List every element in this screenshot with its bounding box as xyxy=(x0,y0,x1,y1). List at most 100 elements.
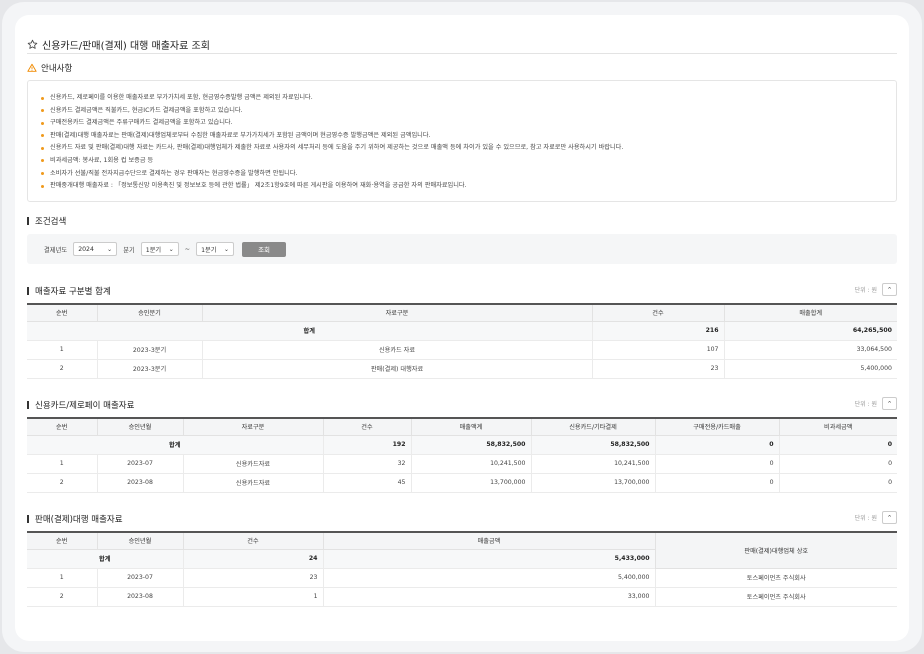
row-month: 2023-07 xyxy=(96,453,184,474)
table-row: 1 2023-07 신용카드자료 32 10,241,500 10,241,50… xyxy=(27,453,897,474)
table-row: 2 2023-08 1 33,000 토스페이먼츠 주식회사 xyxy=(27,586,897,607)
row-no: 1 xyxy=(27,453,98,474)
column-header: 순번 xyxy=(27,532,98,550)
notice-heading: 안내사항 xyxy=(41,64,73,74)
row-no: 1 xyxy=(27,339,98,360)
column-header: 비과세금액 xyxy=(778,418,897,436)
star-icon[interactable] xyxy=(27,39,38,50)
search-panel: 결제년도 2024 ⌄ 분기 1분기 ⌄ ~ 1분기 ⌄ 조회 xyxy=(27,234,897,264)
total-count: 192 xyxy=(322,434,412,455)
total-label: 합계 xyxy=(27,548,184,569)
summary-heading: 매출자료 구분별 합계 xyxy=(35,287,111,297)
card-table: 순번 승인년월 자료구분 건수 매출액계 신용카드/기타결제 구매전용/카드매출… xyxy=(27,417,897,493)
row-count: 45 xyxy=(322,472,412,493)
quarter-to-select[interactable]: 1분기 ⌄ xyxy=(196,242,235,256)
agency-heading: 판매(결제)대행 매출자료 xyxy=(35,515,123,525)
content-panel: 신용카드/판매(결제) 대행 매출자료 조회 안내사항 신용카드, 제로페이를 … xyxy=(15,15,909,641)
table-row: 1 2023-07 23 5,400,000 토스페이먼츠 주식회사 xyxy=(27,567,897,588)
row-count: 23 xyxy=(591,358,725,379)
card-heading: 신용카드/제로페이 매출자료 xyxy=(35,401,135,411)
column-header: 승인분기 xyxy=(96,304,203,322)
table-header-row: 순번 승인년월 자료구분 건수 매출액계 신용카드/기타결제 구매전용/카드매출… xyxy=(27,418,897,436)
unit-label: 단위 : 원 xyxy=(854,287,877,294)
notice-item: 신용카드, 제로페이를 이용한 매출자료로 부가가치세 포함, 현금영수증발행 … xyxy=(41,92,884,105)
search-button[interactable]: 조회 xyxy=(242,241,287,257)
notice-item: 판매중개대행 매출자료 : 「정보통신망 이용촉진 및 정보보호 등에 관한 법… xyxy=(41,180,884,193)
total-purchase: 0 xyxy=(654,434,780,455)
column-header: 건수 xyxy=(591,304,725,322)
notice-item: 소비자가 선불/직불 전자지급수단으로 결제하는 경우 판매자는 현금영수증을 … xyxy=(41,168,884,181)
agency-table: 순번 승인년월 건수 매출금액 판매(결제)대행업체 상호 합계 24 5,43… xyxy=(27,531,897,607)
row-count: 107 xyxy=(591,339,725,360)
collapse-toggle-button[interactable]: ⌃ xyxy=(882,511,897,524)
notice-item: 판매(결제)대행 매출자료는 판매(결제)대행업체로부터 수집한 매출자료로 부… xyxy=(41,130,884,143)
total-amount: 5,433,000 xyxy=(322,548,655,569)
year-value: 2024 xyxy=(78,245,94,253)
row-count: 1 xyxy=(182,586,324,607)
section-bar xyxy=(27,401,29,409)
row-type: 판매(결제) 대행자료 xyxy=(201,358,593,379)
notice-item: 신용카드 결제금액은 직불카드, 현금IC카드 결제금액을 포함하고 있습니다. xyxy=(41,105,884,118)
row-count: 32 xyxy=(322,453,412,474)
page-title-row: 신용카드/판매(결제) 대행 매출자료 조회 xyxy=(27,37,210,52)
column-header: 판매(결제)대행업체 상호 xyxy=(654,532,897,569)
row-company: 토스페이먼츠 주식회사 xyxy=(654,567,897,588)
row-amount: 33,064,500 xyxy=(723,339,897,360)
row-count: 23 xyxy=(182,567,324,588)
row-no: 2 xyxy=(27,358,98,379)
year-select[interactable]: 2024 ⌄ xyxy=(73,242,118,256)
range-tilde: ~ xyxy=(184,245,191,253)
summary-table: 순번 승인분기 자료구분 건수 매출합계 합계 216 64,265,500 1… xyxy=(27,303,897,379)
column-header: 자료구분 xyxy=(201,304,593,322)
page-title: 신용카드/판매(결제) 대행 매출자료 조회 xyxy=(42,41,210,52)
row-month: 2023-08 xyxy=(96,472,184,493)
row-sales: 10,241,500 xyxy=(410,453,532,474)
chevron-down-icon: ⌄ xyxy=(223,245,230,253)
row-sales: 13,700,000 xyxy=(410,472,532,493)
row-period: 2023-3분기 xyxy=(96,339,203,360)
quarter-from-value: 1분기 xyxy=(145,246,162,254)
column-header: 구매전용/카드매출 xyxy=(654,418,780,436)
table-row: 2 2023-08 신용카드자료 45 13,700,000 13,700,00… xyxy=(27,472,897,493)
column-header: 매출금액 xyxy=(322,532,656,550)
total-sales: 58,832,500 xyxy=(410,434,532,455)
notice-box: 신용카드, 제로페이를 이용한 매출자료로 부가가치세 포함, 현금영수증발행 … xyxy=(27,80,897,202)
column-header: 신용카드/기타결제 xyxy=(530,418,656,436)
card-heading-row: 신용카드/제로페이 매출자료 xyxy=(27,399,134,411)
row-no: 1 xyxy=(27,567,98,588)
row-no: 2 xyxy=(27,472,98,493)
card-unit-row: 단위 : 원 ⌃ xyxy=(855,397,897,410)
agency-heading-row: 판매(결제)대행 매출자료 xyxy=(27,513,123,525)
quarter-from-select[interactable]: 1분기 ⌄ xyxy=(140,242,179,256)
row-period: 2023-3분기 xyxy=(96,358,203,379)
table-header-row: 순번 승인년월 건수 매출금액 판매(결제)대행업체 상호 xyxy=(27,532,897,569)
app-frame: 신용카드/판매(결제) 대행 매출자료 조회 안내사항 신용카드, 제로페이를 … xyxy=(2,2,922,652)
notice-item: 신용카드 자료 및 판매(결제)대행 자료는 카드사, 판매(결제)대행업체가 … xyxy=(41,142,884,155)
total-row: 합계 192 58,832,500 58,832,500 0 0 xyxy=(27,434,897,455)
summary-unit-row: 단위 : 원 ⌃ xyxy=(855,283,897,296)
warning-icon xyxy=(27,63,37,73)
row-type: 신용카드 자료 xyxy=(201,339,593,360)
total-label: 합계 xyxy=(27,434,324,455)
row-purchase: 0 xyxy=(654,472,780,493)
summary-heading-row: 매출자료 구분별 합계 xyxy=(27,285,111,297)
row-month: 2023-07 xyxy=(96,567,184,588)
agency-unit-row: 단위 : 원 ⌃ xyxy=(855,511,897,524)
total-credit: 58,832,500 xyxy=(530,434,656,455)
total-count: 24 xyxy=(182,548,324,569)
table-row: 1 2023-3분기 신용카드 자료 107 33,064,500 xyxy=(27,339,897,360)
quarter-to-value: 1분기 xyxy=(201,246,217,254)
chevron-up-icon: ⌃ xyxy=(886,513,893,522)
notice-item: 구매전용카드 결제금액은 주류구매카드 결제금액을 포함하고 있습니다. xyxy=(41,117,884,130)
search-heading: 조건검색 xyxy=(35,217,67,227)
collapse-toggle-button[interactable]: ⌃ xyxy=(882,397,897,410)
row-type: 신용카드자료 xyxy=(182,453,324,474)
collapse-toggle-button[interactable]: ⌃ xyxy=(882,283,897,296)
section-bar xyxy=(27,515,29,523)
row-no: 2 xyxy=(27,586,98,607)
row-taxfree: 0 xyxy=(778,453,897,474)
row-amount: 33,000 xyxy=(322,586,656,607)
quarter-label: 분기 xyxy=(123,246,135,254)
row-purchase: 0 xyxy=(654,453,780,474)
year-label: 결제년도 xyxy=(44,246,68,254)
